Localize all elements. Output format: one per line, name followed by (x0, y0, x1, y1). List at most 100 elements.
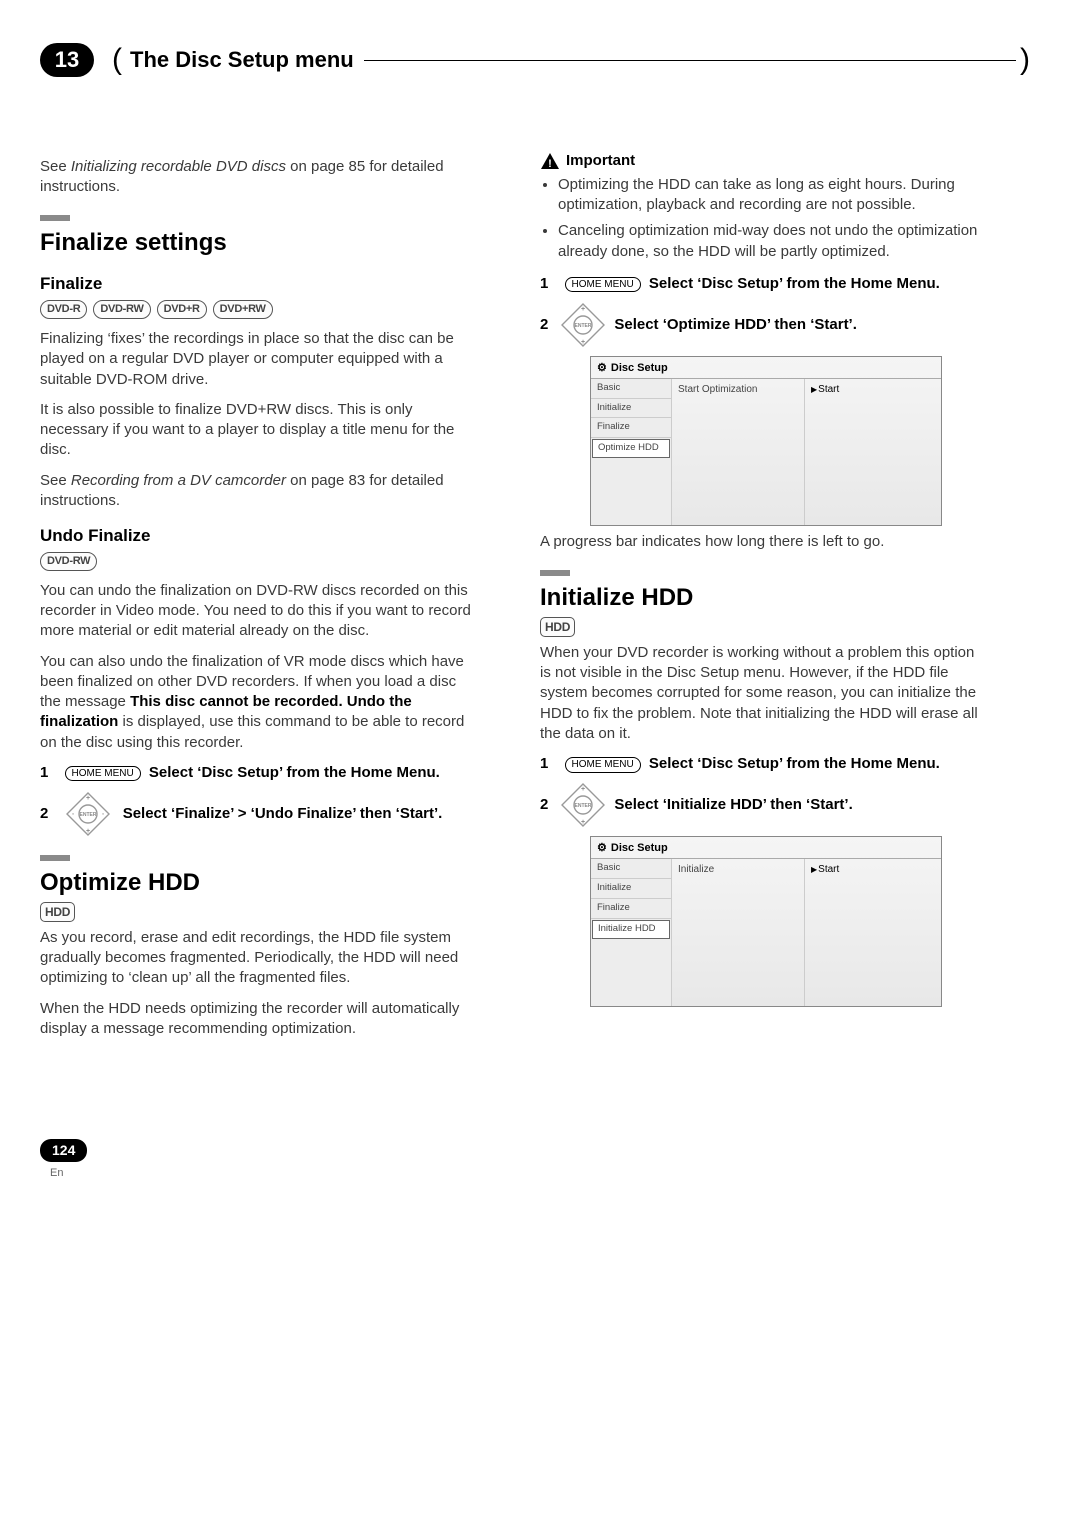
section-rule (40, 215, 70, 221)
svg-text:ENTER: ENTER (79, 812, 96, 818)
finalize-disc-badges: DVD-R DVD-RW DVD+R DVD+RW (40, 300, 480, 319)
disc-badge: DVD-RW (40, 552, 97, 571)
step-number: 1 (540, 755, 548, 772)
bullet-item: Optimizing the HDD can take as long as e… (558, 175, 980, 216)
disc-badge: DVD-R (40, 300, 87, 319)
home-menu-button-icon: HOME MENU (565, 757, 641, 773)
undo-disc-badges: DVD-RW (40, 552, 480, 571)
intro-paragraph: See Initializing recordable DVD discs on… (40, 157, 480, 198)
disc-badge: DVD+RW (213, 300, 273, 319)
sidebar-item: Finalize (591, 899, 671, 919)
text: See (40, 158, 71, 175)
important-bullets: Optimizing the HDD can take as long as e… (540, 175, 980, 262)
important-label: Important (566, 151, 635, 171)
disc-setup-icon: ⚙ (597, 841, 607, 856)
header-rule (364, 60, 1016, 61)
step-text: Select ‘Disc Setup’ from the Home Menu. (149, 764, 440, 781)
step-text: Select ‘Finalize’ > ‘Undo Finalize’ then… (123, 805, 443, 822)
bullet-item: Canceling optimization mid-way does not … (558, 221, 980, 262)
hdd-badge: HDD (40, 902, 75, 922)
screenshot-sidebar: Basic Initialize Finalize Initialize HDD (591, 859, 672, 1005)
optimize-step-2: 2 ENTER + + Select ‘Optimize HDD’ then ‘… (540, 302, 980, 348)
page-footer: 124 En (40, 1139, 1030, 1182)
disc-setup-icon: ⚙ (597, 361, 607, 376)
disc-setup-screenshot-optimize: ⚙ Disc Setup Basic Initialize Finalize O… (590, 356, 942, 526)
sidebar-item: Initialize (591, 399, 671, 419)
step-number: 2 (40, 805, 48, 822)
disc-badge: DVD+R (157, 300, 207, 319)
chapter-number-badge: 13 (40, 43, 94, 77)
init-step-1: 1 HOME MENU Select ‘Disc Setup’ from the… (540, 754, 980, 774)
sidebar-item: Finalize (591, 418, 671, 438)
chapter-title-wrap: ( The Disc Setup menu ) (112, 40, 1030, 81)
chapter-header: 13 ( The Disc Setup menu ) (40, 40, 1030, 81)
svg-text:+: + (85, 795, 89, 802)
important-header: ! Important (540, 151, 980, 171)
left-column: See Initializing recordable DVD discs on… (40, 151, 480, 1050)
progress-note: A progress bar indicates how long there … (540, 532, 980, 552)
home-menu-button-icon: HOME MENU (65, 766, 141, 782)
right-column: ! Important Optimizing the HDD can take … (540, 151, 980, 1050)
reference: Recording from a DV camcorder (71, 472, 286, 489)
init-paragraph-1: When your DVD recorder is working withou… (540, 643, 980, 744)
disc-badge: DVD-RW (93, 300, 150, 319)
step-number: 2 (540, 795, 548, 815)
finalize-heading: Finalize (40, 273, 480, 296)
finalize-settings-heading: Finalize settings (40, 227, 480, 259)
undo-step-1: 1 HOME MENU Select ‘Disc Setup’ from the… (40, 763, 480, 783)
optimize-hdd-heading: Optimize HDD (40, 867, 480, 899)
svg-text:+: + (85, 828, 89, 835)
screenshot-center-label: Start Optimization (672, 379, 804, 525)
undo-finalize-heading: Undo Finalize (40, 525, 480, 548)
chapter-title: The Disc Setup menu (130, 45, 354, 75)
optimize-paragraph-2: When the HDD needs optimizing the record… (40, 999, 480, 1040)
svg-text:!: ! (548, 158, 552, 170)
finalize-paragraph-2: It is also possible to finalize DVD+RW d… (40, 400, 480, 461)
language-label: En (50, 1167, 63, 1179)
sidebar-item-selected: Optimize HDD (592, 439, 670, 458)
screenshot-title-text: Disc Setup (611, 361, 668, 376)
hdd-badge: HDD (540, 617, 575, 637)
sidebar-item: Basic (591, 859, 671, 879)
optimize-step-1: 1 HOME MENU Select ‘Disc Setup’ from the… (540, 274, 980, 294)
step-text: Select ‘Disc Setup’ from the Home Menu. (649, 755, 940, 772)
nav-enter-icon: ENTER + + ◦ ◦ (65, 791, 111, 837)
screenshot-start-label: Start (811, 383, 839, 397)
page-number: 124 (40, 1139, 87, 1162)
text: See (40, 472, 71, 489)
paren-close-icon: ) (1020, 40, 1030, 81)
step-text: Select ‘Optimize HDD’ then ‘Start’. (614, 315, 857, 335)
finalize-paragraph-1: Finalizing ‘fixes’ the recordings in pla… (40, 329, 480, 390)
disc-setup-screenshot-initialize: ⚙ Disc Setup Basic Initialize Finalize I… (590, 836, 942, 1006)
section-rule (40, 855, 70, 861)
screenshot-center-label: Initialize (672, 859, 804, 1005)
step-text: Select ‘Initialize HDD’ then ‘Start’. (614, 795, 852, 815)
undo-step-2: 2 ENTER + + ◦ ◦ Select ‘Finalize’ > ‘Und… (40, 791, 480, 837)
intro-reference: Initializing recordable DVD discs (71, 158, 286, 175)
step-number: 1 (40, 764, 48, 781)
sidebar-item: Basic (591, 379, 671, 399)
svg-text:+: + (581, 819, 585, 826)
undo-paragraph-2: You can also undo the finalization of VR… (40, 652, 480, 753)
finalize-see-ref: See Recording from a DV camcorder on pag… (40, 471, 480, 512)
initialize-hdd-heading: Initialize HDD (540, 582, 980, 614)
screenshot-title: ⚙ Disc Setup (591, 357, 941, 378)
optimize-paragraph-1: As you record, erase and edit recordings… (40, 928, 480, 989)
screenshot-title: ⚙ Disc Setup (591, 837, 941, 858)
svg-text:+: + (581, 306, 585, 313)
nav-enter-icon: ENTER + + (560, 302, 606, 348)
svg-text:◦: ◦ (101, 811, 103, 818)
step-text: Select ‘Disc Setup’ from the Home Menu. (649, 275, 940, 292)
screenshot-title-text: Disc Setup (611, 841, 668, 856)
section-rule (540, 570, 570, 576)
svg-text:ENTER: ENTER (575, 803, 592, 809)
paren-icon: ( (112, 40, 122, 81)
screenshot-start-label: Start (811, 863, 839, 877)
undo-paragraph-1: You can undo the finalization on DVD-RW … (40, 581, 480, 642)
home-menu-button-icon: HOME MENU (565, 277, 641, 293)
svg-text:◦: ◦ (71, 811, 73, 818)
screenshot-sidebar: Basic Initialize Finalize Optimize HDD (591, 379, 672, 525)
step-number: 1 (540, 275, 548, 292)
sidebar-item: Initialize (591, 879, 671, 899)
svg-text:+: + (581, 339, 585, 346)
